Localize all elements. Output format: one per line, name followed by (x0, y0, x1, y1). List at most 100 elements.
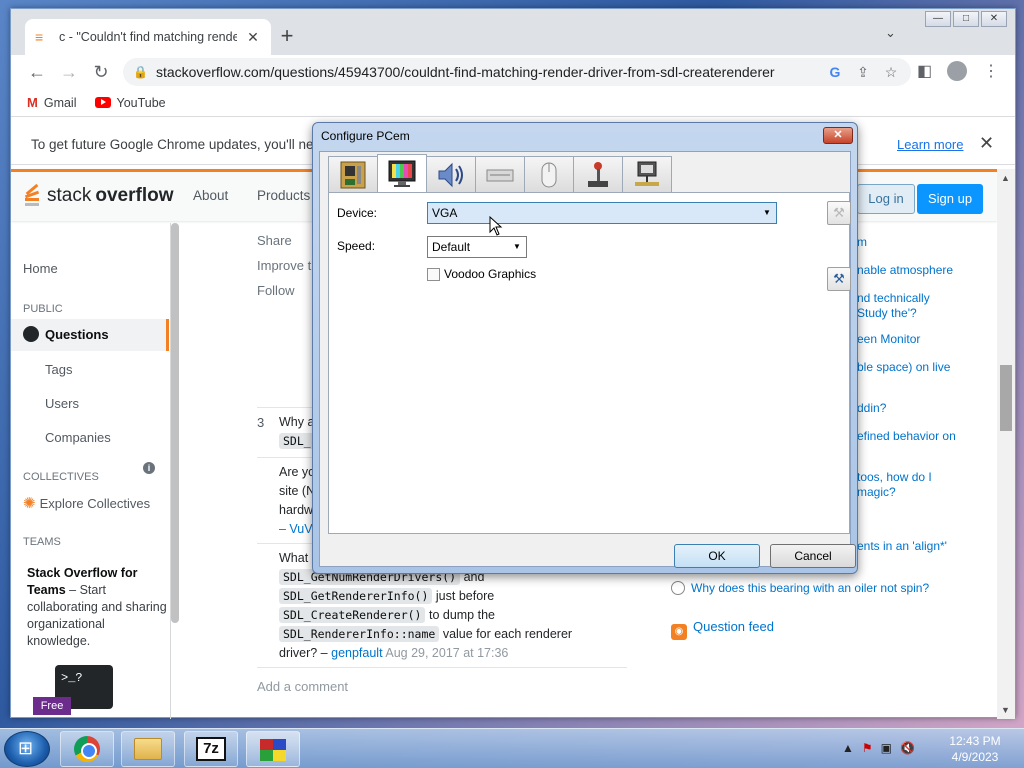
tools-icon: ⚒ (833, 271, 845, 286)
hot-question-link[interactable]: Study the'? (857, 306, 917, 320)
scroll-thumb[interactable] (1000, 365, 1012, 431)
back-arrow-icon[interactable]: ← (21, 62, 53, 83)
device-select-value: VGA (432, 206, 458, 220)
tray-expand-icon[interactable]: ▲ (842, 741, 854, 755)
hot-question-link[interactable]: magic? (857, 485, 896, 499)
page-scrollbar[interactable]: ▲ ▼ (997, 169, 1015, 719)
pcem-icon (258, 737, 288, 761)
tab-network[interactable] (622, 156, 672, 192)
action-center-icon[interactable]: ⚑ (862, 741, 873, 755)
network-tray-icon[interactable]: ▣ (881, 741, 892, 755)
collectives-icon: ✺ (23, 495, 36, 512)
info-icon[interactable]: i (143, 462, 155, 474)
comment-divider (257, 667, 627, 668)
bookmark-star-icon[interactable]: ☆ (881, 64, 901, 81)
dialog-close-button[interactable]: ✕ (823, 127, 853, 144)
sidebar-scrollbar[interactable] (171, 223, 179, 623)
improve-link[interactable]: Improve th (257, 258, 318, 273)
nav-about[interactable]: About (193, 188, 228, 203)
hot-question-link[interactable]: een Monitor (857, 332, 920, 346)
forward-arrow-icon[interactable]: → (53, 62, 85, 83)
scroll-up-icon[interactable]: ▲ (1001, 173, 1010, 183)
hot-question-link[interactable]: ddin? (857, 401, 886, 415)
nav-users[interactable]: Users (45, 396, 79, 411)
tab-storage[interactable] (475, 156, 525, 192)
volume-muted-icon[interactable]: 🔇 (900, 741, 915, 755)
free-badge: Free (33, 697, 71, 715)
drive-icon (486, 169, 514, 181)
add-comment-link[interactable]: Add a comment (257, 679, 348, 694)
start-button[interactable] (4, 731, 50, 767)
hot-question-link[interactable]: nd technically (857, 291, 930, 305)
comment-date: Aug 29, 2017 at 17:36 (385, 646, 509, 660)
voodoo-checkbox[interactable] (427, 267, 440, 281)
tab-search-chevron-icon[interactable]: ⌄ (885, 25, 896, 41)
reload-icon[interactable]: ↻ (85, 62, 117, 83)
display-settings-panel: Device: VGA ▼ ⚒ Speed: Default ▼ Voodoo … (328, 192, 851, 534)
hot-question-link[interactable]: m (857, 235, 867, 249)
comment-user-link[interactable]: – VuV (279, 522, 313, 536)
taskbar-pcem[interactable] (246, 731, 300, 767)
hot-question-link[interactable]: Why does this bearing with an oiler not … (671, 581, 929, 595)
taskbar-chrome[interactable] (60, 731, 114, 767)
voodoo-configure-button[interactable]: ⚒ (827, 267, 851, 291)
hot-question-link[interactable]: ble space) on live (857, 360, 950, 374)
address-bar[interactable]: 🔒 stackoverflow.com/questions/45943700/c… (123, 58, 911, 86)
maximize-button[interactable]: □ (953, 11, 979, 27)
login-button[interactable]: Log in (857, 184, 915, 214)
tab-display[interactable] (377, 154, 427, 192)
tab-close-icon[interactable]: ✕ (245, 29, 261, 46)
nav-tags[interactable]: Tags (45, 362, 72, 377)
signup-button[interactable]: Sign up (917, 184, 983, 214)
tab-mouse[interactable] (524, 156, 574, 192)
device-label: Device: (337, 206, 378, 220)
lock-icon[interactable]: 🔒 (133, 65, 148, 79)
tab-joystick[interactable] (573, 156, 623, 192)
tab-motherboard[interactable] (328, 156, 378, 192)
nav-questions[interactable]: Questions (11, 319, 169, 351)
device-select[interactable]: VGA ▼ (427, 202, 777, 224)
infobar-close-icon[interactable]: ✕ (979, 133, 994, 154)
google-lens-icon[interactable]: G (825, 64, 845, 80)
browser-tab[interactable]: ≡ c - "Couldn't find matching rende ✕ (25, 19, 271, 55)
url-text[interactable]: stackoverflow.com/questions/45943700/cou… (156, 64, 817, 80)
follow-link[interactable]: Follow (257, 283, 295, 298)
scroll-down-icon[interactable]: ▼ (1001, 705, 1010, 715)
learn-more-link[interactable]: Learn more (897, 137, 963, 152)
so-logo[interactable]: stack overflow (23, 183, 173, 208)
taskbar-7zip[interactable]: 7z (184, 731, 238, 767)
minimize-button[interactable]: — (925, 11, 951, 27)
clock-time: 12:43 PM (949, 734, 1001, 748)
menu-kebab-icon[interactable]: ⋮ (983, 61, 999, 81)
comment-user-link[interactable]: genpfault (331, 646, 382, 660)
tab-sound[interactable] (426, 156, 476, 192)
share-link[interactable]: Share (257, 233, 292, 248)
explore-collectives-label: Explore Collectives (39, 496, 151, 511)
speed-select[interactable]: Default ▼ (427, 236, 527, 258)
profile-avatar-icon[interactable] (947, 61, 967, 81)
nav-explore-collectives[interactable]: ✺ Explore Collectives (23, 494, 150, 512)
bookmark-youtube[interactable]: YouTube (94, 96, 166, 110)
question-feed-link[interactable]: ◉ Question feed (671, 619, 774, 640)
hot-question-link[interactable]: efined behavior on (857, 429, 956, 443)
taskbar-explorer[interactable] (121, 731, 175, 767)
device-configure-button[interactable]: ⚒ (827, 201, 851, 225)
nav-public-heading: PUBLIC (23, 303, 63, 315)
hot-question-link[interactable]: ents in an 'align*' (857, 539, 947, 553)
voodoo-checkbox-row[interactable]: Voodoo Graphics (427, 267, 536, 281)
hot-question-link[interactable]: toos, how do I (857, 470, 932, 484)
nav-home[interactable]: Home (23, 261, 58, 276)
clock[interactable]: 12:43 PM 4/9/2023 (940, 733, 1010, 765)
bookmark-gmail[interactable]: M Gmail (27, 95, 77, 110)
ok-button[interactable]: OK (674, 544, 760, 568)
share-icon[interactable]: ⇪ (853, 64, 873, 81)
nav-companies[interactable]: Companies (45, 430, 111, 445)
close-window-button[interactable]: ✕ (981, 11, 1007, 27)
hot-question-link[interactable]: nable atmosphere (857, 263, 953, 277)
side-panel-icon[interactable]: ◧ (917, 61, 932, 81)
nav-products[interactable]: Products (257, 188, 310, 203)
infobar-text: To get future Google Chrome updates, you… (31, 137, 322, 152)
cancel-button[interactable]: Cancel (770, 544, 856, 568)
new-tab-button[interactable]: + (275, 23, 299, 49)
comment-1: Why a SDL_ (279, 413, 315, 451)
